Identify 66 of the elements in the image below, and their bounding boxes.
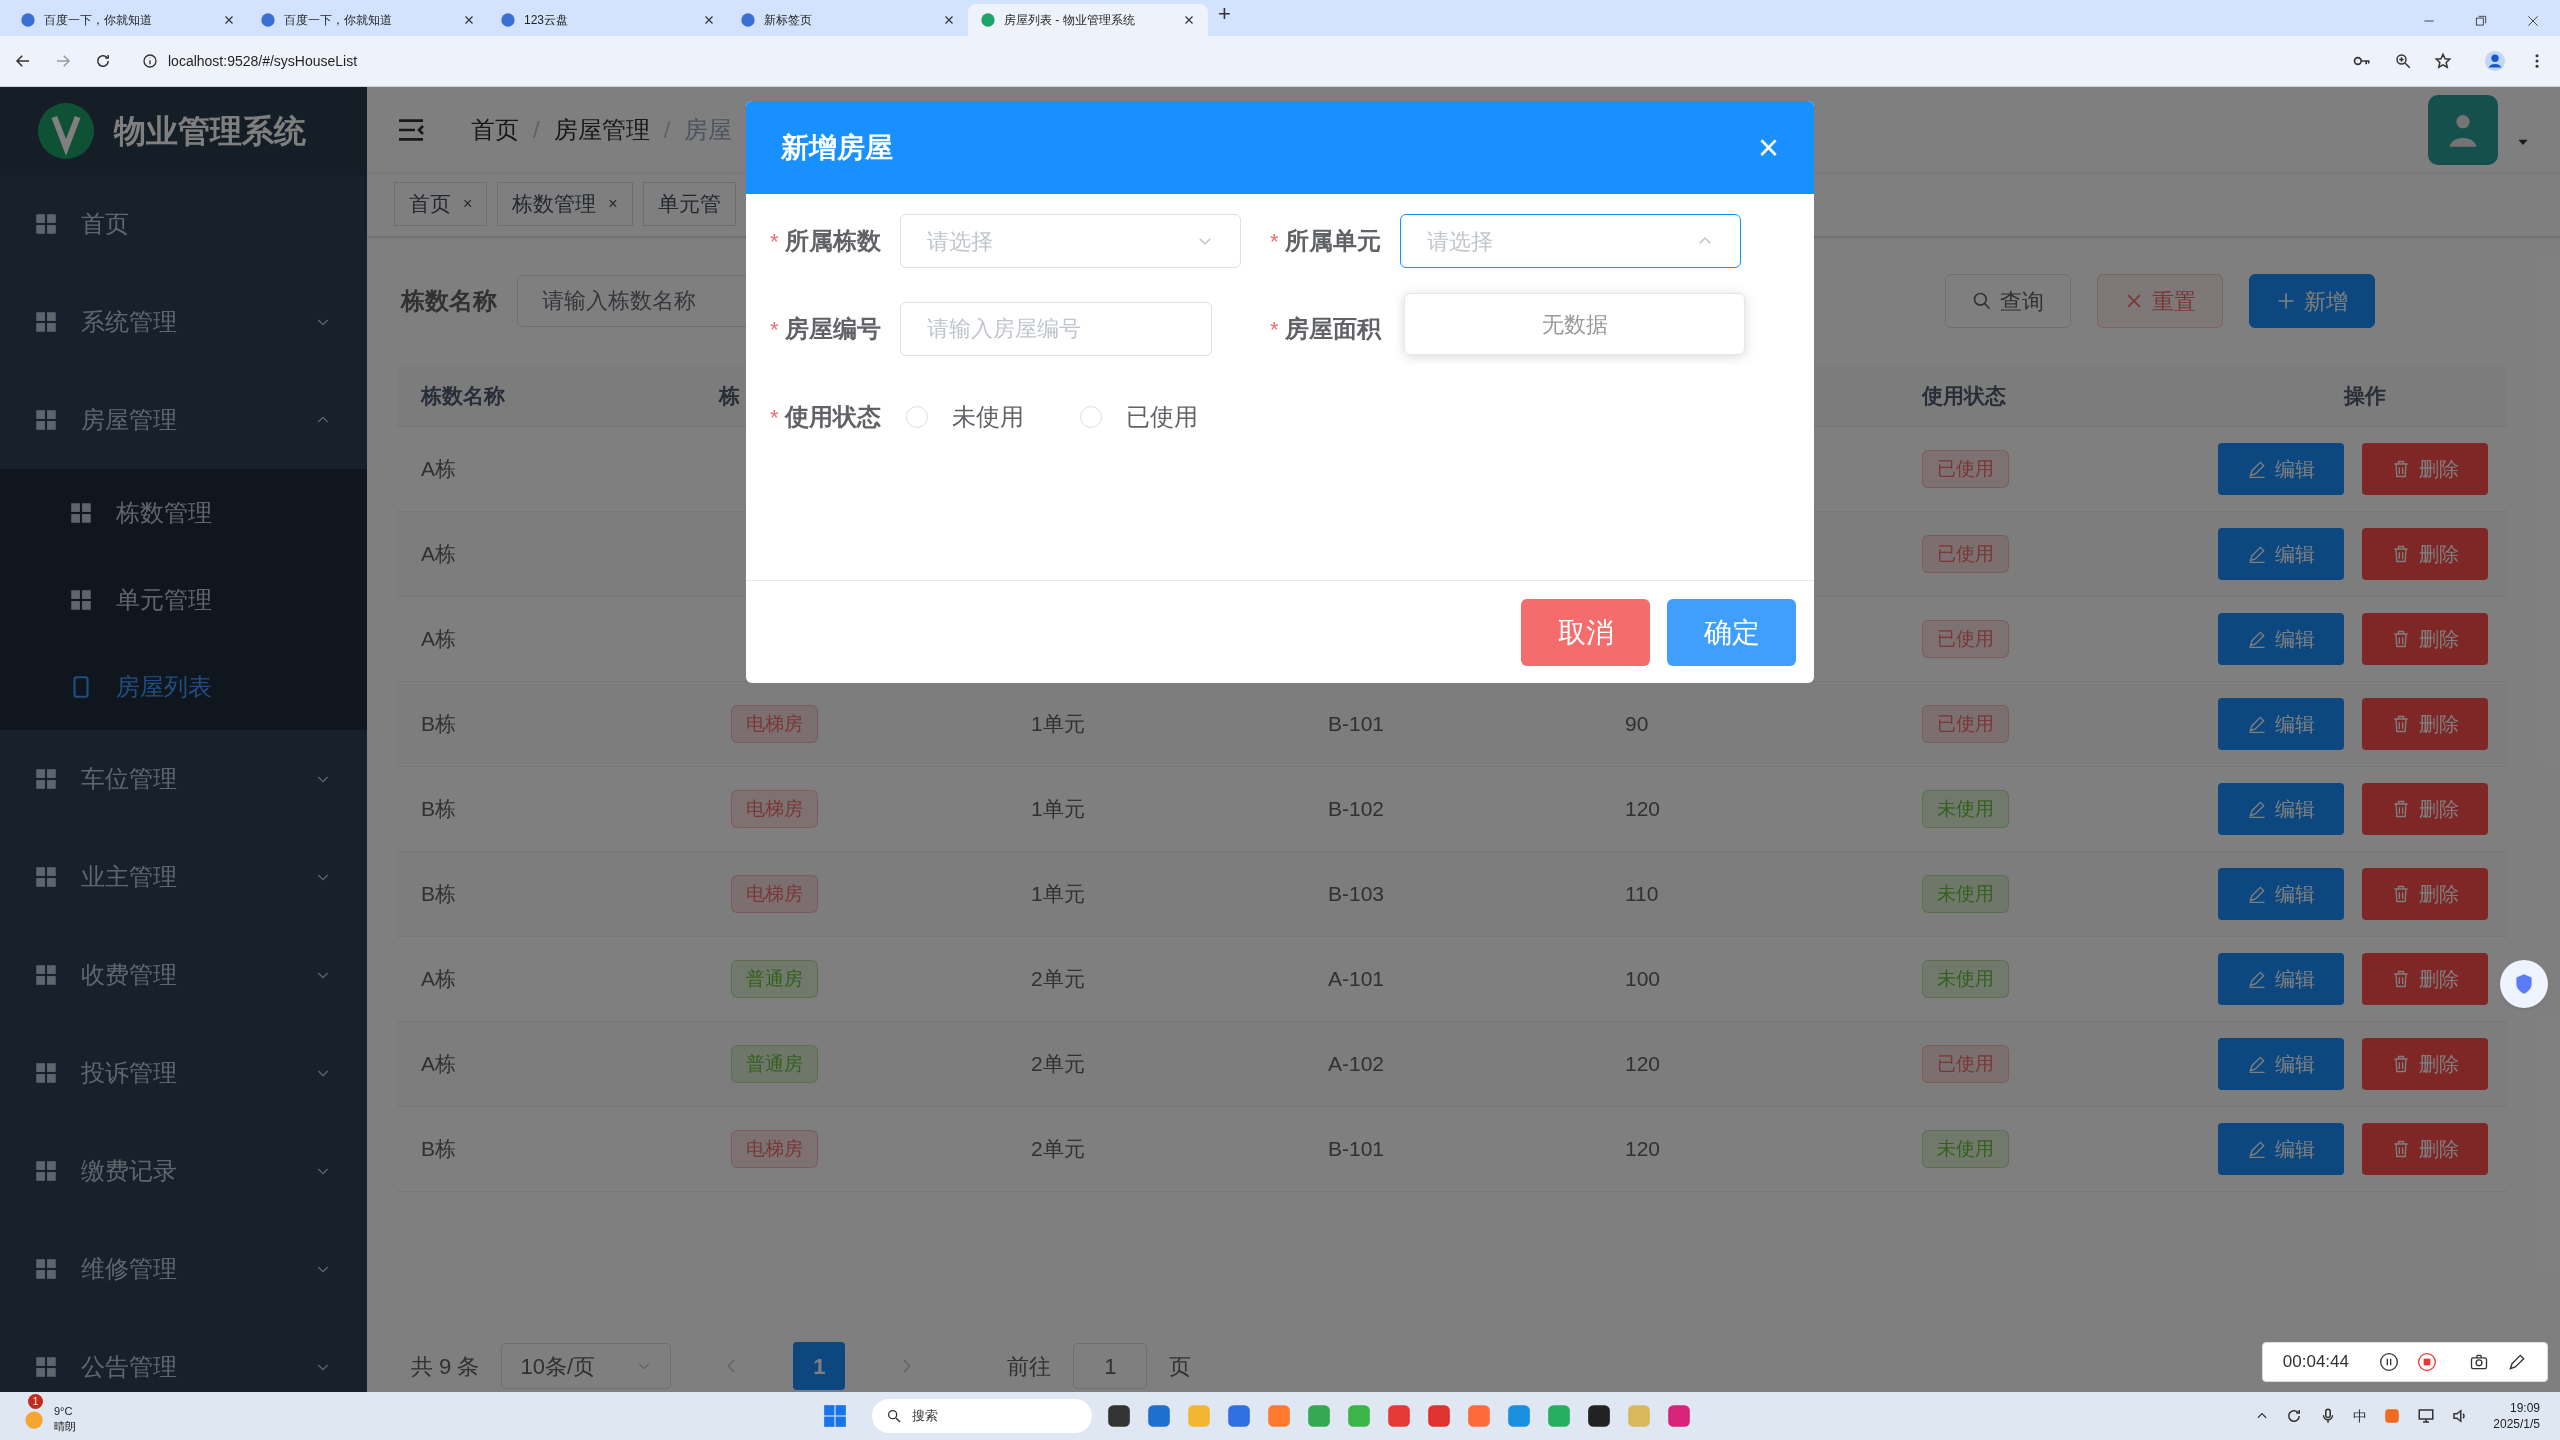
table-cell: B栋 [421, 712, 456, 736]
type-tag: 普通房 [731, 960, 818, 998]
table-cell: 1单元 [1031, 882, 1085, 906]
table-cell: 90 [1625, 712, 1649, 736]
table-cell: 120 [1625, 1137, 1661, 1161]
required-mark: * [1270, 315, 1279, 344]
field-label: 使用状态 [784, 402, 881, 432]
breadcrumb-separator: / [663, 114, 671, 145]
status-tag: 已使用 [1922, 1045, 2009, 1083]
status-tag: 未使用 [1922, 1130, 2009, 1168]
status-tag: 已使用 [1922, 705, 2009, 743]
required-mark: * [770, 403, 779, 432]
type-tag: 电梯房 [731, 705, 818, 743]
app-title: 物业管理系统 [114, 112, 306, 151]
column-header: 使用状态 [1922, 383, 2006, 407]
status-tag: 已使用 [1922, 450, 2009, 488]
column-header: 栋 [719, 383, 740, 407]
table-cell: B栋 [421, 882, 456, 906]
required-mark: * [1270, 227, 1279, 256]
field-label: 所属单元 [1284, 226, 1381, 256]
table-cell: B-103 [1328, 882, 1385, 906]
status-tag: 已使用 [1922, 620, 2009, 658]
table-cell: A-101 [1328, 967, 1385, 991]
status-tag: 已使用 [1922, 535, 2009, 573]
table-cell: 2单元 [1031, 967, 1085, 991]
table-cell: 120 [1625, 797, 1661, 821]
table-cell: B-101 [1328, 712, 1385, 736]
type-tag: 电梯房 [731, 790, 818, 828]
type-tag: 普通房 [731, 1045, 818, 1083]
column-header: 栋数名称 [421, 383, 505, 407]
table-cell: B-101 [1328, 1137, 1385, 1161]
field-label: 房屋面积 [1284, 314, 1381, 344]
table-cell: 110 [1625, 882, 1659, 906]
field-label: 房屋编号 [784, 314, 881, 344]
breadcrumb-separator: / [533, 114, 540, 145]
field-label: 所属栋数 [784, 226, 881, 256]
table-cell: 1单元 [1031, 712, 1085, 736]
table-cell: B-102 [1328, 797, 1385, 821]
total-count: 共 9 条 [411, 1352, 480, 1381]
required-mark: * [770, 227, 779, 256]
search-label: 栋数名称 [401, 286, 497, 316]
status-tag: 未使用 [1922, 875, 2009, 913]
dialog-title: 新增房屋 [781, 130, 893, 165]
table-cell: 100 [1625, 967, 1661, 991]
table-cell: B栋 [421, 797, 456, 821]
table-cell: A栋 [421, 967, 456, 991]
column-header: 操作 [2343, 382, 2386, 409]
status-tag: 未使用 [1922, 790, 2009, 828]
type-tag: 电梯房 [731, 875, 818, 913]
table-cell: 2单元 [1031, 1052, 1085, 1076]
table-cell: A栋 [421, 457, 456, 481]
type-tag: 电梯房 [731, 1130, 818, 1168]
status-tag: 未使用 [1922, 960, 2009, 998]
recording-time: 00:04:44 [2282, 1351, 2349, 1374]
table-cell: 2单元 [1031, 1137, 1085, 1161]
table-cell: 120 [1625, 1052, 1661, 1076]
table-cell: B栋 [421, 1137, 456, 1161]
required-mark: * [770, 315, 779, 344]
goto-label: 前往 [1007, 1352, 1052, 1381]
page-label: 页 [1169, 1352, 1192, 1381]
table-cell: A-102 [1328, 1052, 1385, 1076]
table-cell: A栋 [421, 627, 456, 651]
table-cell: 1单元 [1031, 797, 1085, 821]
table-cell: A栋 [421, 542, 456, 566]
empty-text: 无数据 [1541, 310, 1608, 339]
table-cell: A栋 [421, 1052, 456, 1076]
